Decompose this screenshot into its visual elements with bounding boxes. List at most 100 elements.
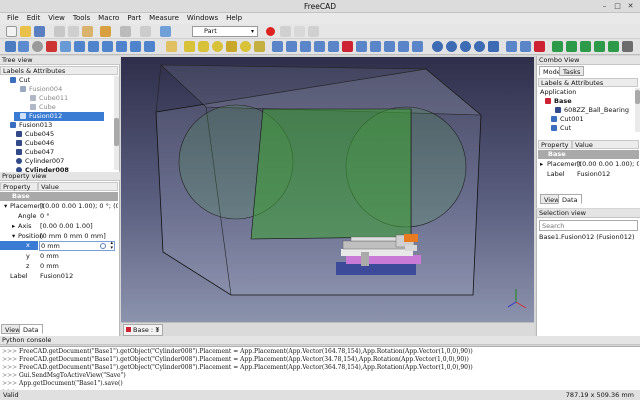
property-value[interactable]: [0 mm 0 mm 0 mm] (40, 232, 106, 241)
property-value[interactable]: [(0.00 0.00 1.00); 0 °; (0 mm... (40, 202, 118, 211)
tree-item[interactable]: Cube045 (16, 130, 54, 139)
torus-icon[interactable] (240, 41, 251, 52)
application-node[interactable]: Application (540, 88, 576, 97)
x-value-input[interactable]: 0 mm ▴ ▾ (39, 241, 115, 251)
edit-macro-icon[interactable] (294, 26, 305, 37)
sweep-icon[interactable] (384, 41, 395, 52)
redo-icon[interactable] (120, 26, 131, 37)
menu-file[interactable]: File (3, 13, 23, 24)
measure-linear-icon[interactable] (552, 41, 563, 52)
maximize-icon[interactable]: □ (613, 2, 622, 11)
expand-arrow-icon[interactable]: ▾ (4, 202, 7, 211)
expand-arrow-icon[interactable]: ▾ (12, 232, 15, 241)
3d-viewport[interactable] (121, 57, 534, 322)
selection-item[interactable]: Base1.Fusion012 (Fusion012) (539, 233, 635, 242)
cylinder-icon[interactable] (198, 41, 209, 52)
cut-icon[interactable] (54, 26, 65, 37)
common-icon[interactable] (474, 41, 485, 52)
property-value[interactable]: 0 ° (40, 212, 49, 221)
measure-distance-icon[interactable] (166, 41, 177, 52)
menu-macro[interactable]: Macro (94, 13, 123, 24)
cone-icon[interactable] (226, 41, 237, 52)
whats-this-icon[interactable] (160, 26, 171, 37)
tree-item[interactable]: Cube046 (16, 139, 54, 148)
offset-icon[interactable] (398, 41, 409, 52)
fillet-icon[interactable] (314, 41, 325, 52)
expression-icon[interactable] (100, 243, 106, 249)
refresh-icon[interactable] (140, 26, 151, 37)
paste-icon[interactable] (82, 26, 93, 37)
copy-icon[interactable] (68, 26, 79, 37)
undo-icon[interactable] (100, 26, 111, 37)
rear-view-icon[interactable] (116, 41, 127, 52)
tree-item[interactable]: Cut (551, 124, 571, 133)
measure-refresh-icon[interactable] (580, 41, 591, 52)
extrude-icon[interactable] (272, 41, 283, 52)
record-macro-icon[interactable] (266, 27, 275, 36)
open-folder-icon[interactable] (20, 26, 31, 37)
stereo-icon[interactable] (46, 41, 57, 52)
menu-windows[interactable]: Windows (183, 13, 222, 24)
property-value[interactable]: Fusion012 (577, 170, 610, 179)
ruled-surface-icon[interactable] (356, 41, 367, 52)
close-icon[interactable]: ✕ (626, 2, 635, 11)
fit-all-icon[interactable] (5, 41, 16, 52)
save-icon[interactable] (34, 26, 45, 37)
measure-toggle-icon[interactable] (608, 41, 619, 52)
bottom-view-icon[interactable] (130, 41, 141, 52)
tree-item-selected[interactable]: Fusion012 (14, 112, 104, 121)
revolve-icon[interactable] (286, 41, 297, 52)
tree-item[interactable]: 608ZZ_Ball_Bearing (555, 106, 629, 115)
fit-selection-icon[interactable] (18, 41, 29, 52)
expand-arrow-icon[interactable]: ▸ (12, 222, 15, 231)
primitives-icon[interactable] (254, 41, 265, 52)
tree-item[interactable]: Cut (10, 76, 30, 85)
menu-edit[interactable]: Edit (23, 13, 45, 24)
tree-item[interactable]: Fusion004 (20, 85, 62, 94)
tree-item[interactable]: Base (545, 97, 572, 106)
fuse-icon[interactable] (460, 41, 471, 52)
workbench-select[interactable]: Part ▾ (192, 26, 258, 37)
tree-item[interactable]: Cut001 (551, 115, 584, 124)
menu-view[interactable]: View (44, 13, 69, 24)
isometric-view-icon[interactable] (60, 41, 71, 52)
front-view-icon[interactable] (74, 41, 85, 52)
sphere-icon[interactable] (212, 41, 223, 52)
tree-item[interactable]: Cube011 (30, 94, 68, 103)
tree-item[interactable]: Cube (30, 103, 56, 112)
check-geometry-icon[interactable] (534, 41, 545, 52)
tab-tasks[interactable]: Tasks (559, 66, 585, 76)
property-value[interactable]: [(0.00 0.00 1.00); 0 °; ... (577, 160, 639, 169)
property-value[interactable]: 0 mm (40, 252, 59, 261)
measure-3d-icon[interactable] (622, 41, 633, 52)
right-view-icon[interactable] (102, 41, 113, 52)
selection-search-input[interactable] (539, 220, 638, 231)
boolean-icon[interactable] (432, 41, 443, 52)
property-value[interactable]: [0.00 0.00 1.00] (40, 222, 93, 231)
thickness-icon[interactable] (412, 41, 423, 52)
menu-help[interactable]: Help (222, 13, 246, 24)
property-value[interactable]: 0 mm (40, 262, 59, 271)
expand-arrow-icon[interactable]: ▸ (540, 160, 543, 169)
measure-clear-icon[interactable] (594, 41, 605, 52)
compound-icon[interactable] (520, 41, 531, 52)
menu-measure[interactable]: Measure (145, 13, 183, 24)
tab-data[interactable]: Data (19, 324, 43, 334)
tree-item[interactable]: Cube047 (16, 148, 54, 157)
run-macro-icon[interactable] (308, 26, 319, 37)
property-value[interactable]: Fusion012 (40, 272, 73, 281)
loft-icon[interactable] (370, 41, 381, 52)
tree-item[interactable]: Fusion013 (10, 121, 52, 130)
scrollbar-thumb[interactable] (635, 90, 640, 104)
left-view-icon[interactable] (144, 41, 155, 52)
tab-data[interactable]: Data (558, 194, 582, 204)
chamfer-icon[interactable] (328, 41, 339, 52)
measure-angular-icon[interactable] (566, 41, 577, 52)
tab-base-1[interactable]: Base : 1 ✕ (123, 324, 163, 336)
cut-boolean-icon[interactable] (446, 41, 457, 52)
combo-scrollbar[interactable] (635, 88, 640, 132)
top-view-icon[interactable] (88, 41, 99, 52)
tree-item[interactable]: Cylinder007 (16, 157, 64, 166)
mirror-icon[interactable] (300, 41, 311, 52)
spin-arrows-icon[interactable]: ▴ ▾ (110, 241, 113, 251)
